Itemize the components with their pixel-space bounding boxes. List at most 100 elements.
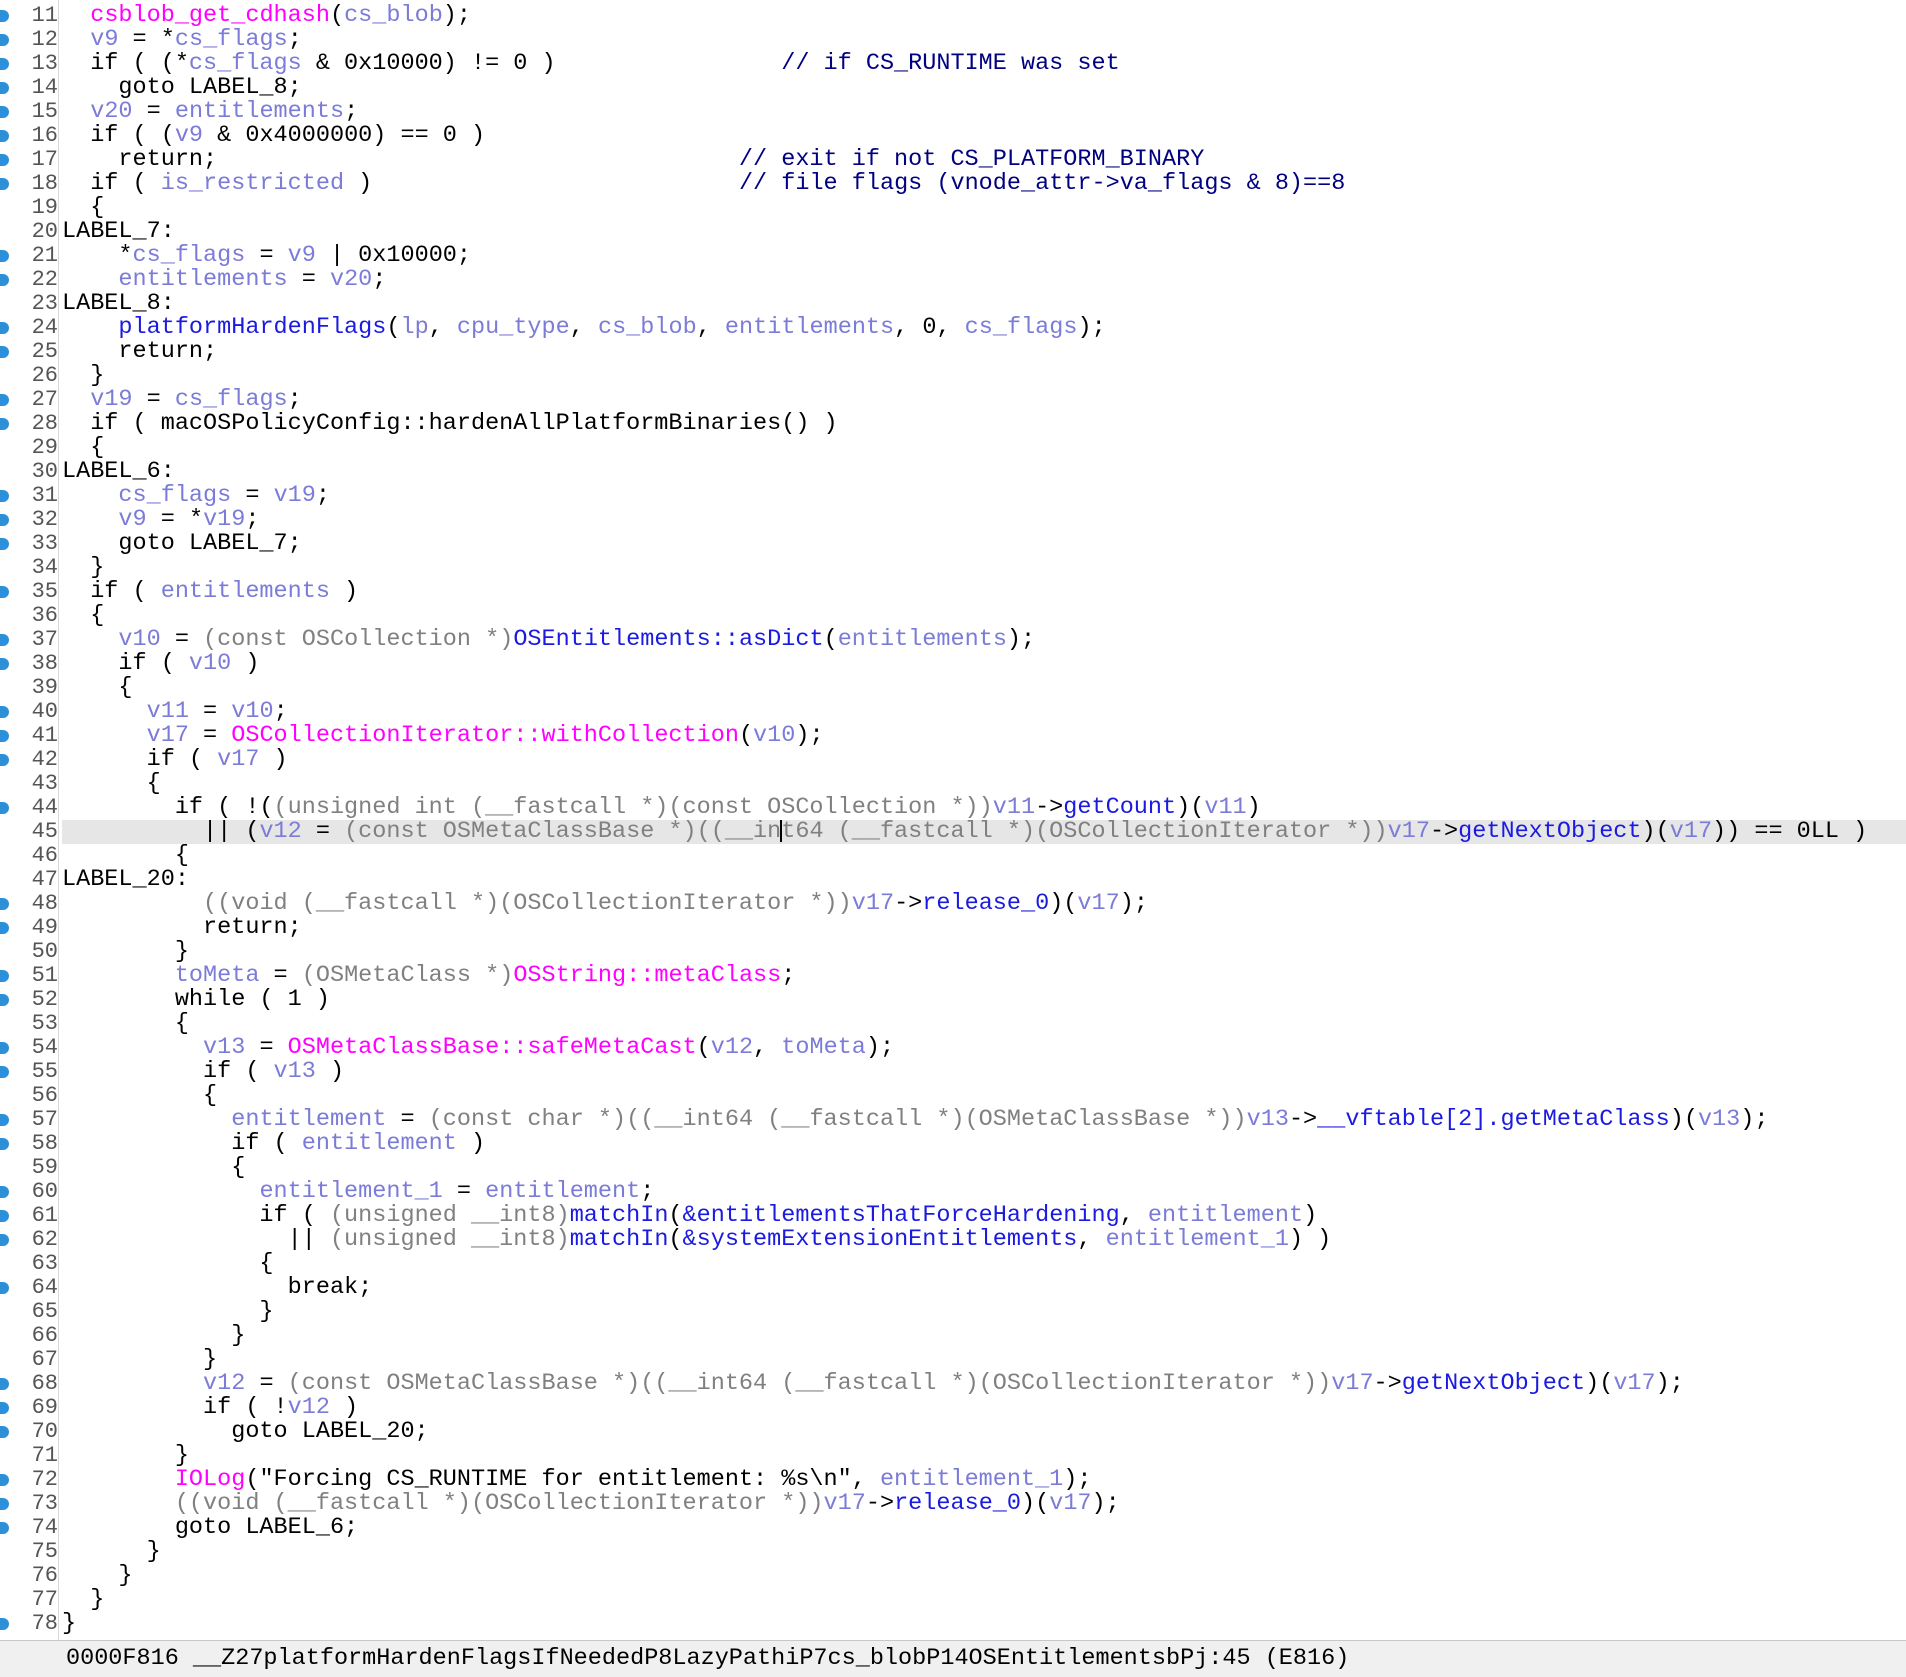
code-text: { (62, 770, 161, 797)
code-line[interactable]: 52 while ( 1 ) (0, 986, 1906, 1013)
code-line[interactable]: 67 } (32, 1348, 1906, 1372)
code-line[interactable]: 61 if ( (unsigned __int8)matchIn(&entitl… (0, 1202, 1906, 1229)
code-line[interactable]: 22 entitlements = v20; (0, 266, 1906, 293)
code-line[interactable]: 72 IOLog("Forcing CS_RUNTIME for entitle… (0, 1468, 1906, 1492)
code-line[interactable]: 55 if ( v13 ) (0, 1060, 1906, 1084)
code-line[interactable]: 26 } (32, 364, 1906, 388)
code-line[interactable]: 24 platformHardenFlags(lp, cpu_type, cs_… (0, 314, 1906, 341)
code-line[interactable]: 63 { (32, 1252, 1906, 1276)
code-line[interactable]: 51 toMeta = (OSMetaClass *)OSString::met… (0, 964, 1906, 988)
code-line[interactable]: 57 entitlement = (const char *)((__int64… (0, 1108, 1906, 1132)
code-line[interactable]: 42 if ( v17 ) (0, 748, 1906, 772)
code-line[interactable]: 27 v19 = cs_flags; (0, 388, 1906, 412)
code-line[interactable]: 35 if ( entitlements ) (0, 580, 1906, 604)
code-text: while ( 1 ) (62, 986, 330, 1013)
code-line[interactable]: 21 *cs_flags = v9 | 0x10000; (0, 244, 1906, 268)
code-line[interactable]: 41 v17 = OSCollectionIterator::withColle… (0, 724, 1906, 748)
code-text: if ( !((unsigned int (__fastcall *)(cons… (62, 794, 1261, 821)
code-line[interactable]: 48 ((void (__fastcall *)(OSCollectionIte… (0, 892, 1906, 916)
line-number: 70 (31, 1419, 58, 1444)
code-line[interactable]: 28 if ( macOSPolicyConfig::hardenAllPlat… (0, 412, 1906, 436)
code-line[interactable]: 77 } (32, 1588, 1906, 1612)
code-text: goto LABEL_20; (62, 1418, 429, 1445)
code-line[interactable]: 13 if ( (*cs_flags & 0x10000) != 0 ) // … (0, 52, 1906, 76)
code-line[interactable]: 62 || (unsigned __int8)matchIn(&systemEx… (0, 1226, 1906, 1253)
code-line[interactable]: 74 goto LABEL_6; (0, 1516, 1906, 1540)
code-line[interactable]: 14 goto LABEL_8; (0, 76, 1906, 100)
code-line[interactable]: 58 if ( entitlement ) (0, 1132, 1906, 1156)
code-line[interactable]: 37 v10 = (const OSCollection *)OSEntitle… (0, 628, 1906, 652)
code-line[interactable]: 71 } (32, 1444, 1906, 1468)
code-line[interactable]: 53 { (32, 1010, 1906, 1037)
code-line[interactable]: 30 LABEL_6: (32, 458, 1906, 485)
code-line[interactable]: 17 return; // exit if not CS_PLATFORM_BI… (0, 146, 1906, 173)
code-text: } (62, 554, 105, 581)
code-line[interactable]: 68 v12 = (const OSMetaClassBase *)((__in… (0, 1372, 1906, 1396)
line-number: 34 (31, 555, 58, 580)
code-text: if ( (v9 & 0x4000000) == 0 ) (62, 122, 486, 149)
code-text: { (62, 1010, 189, 1037)
code-line[interactable]: 66 } (32, 1324, 1906, 1348)
line-number: 68 (31, 1371, 58, 1396)
code-line[interactable]: 46 { (32, 844, 1906, 868)
code-line[interactable]: 12 v9 = *cs_flags; (0, 28, 1906, 52)
code-line[interactable]: 34 } (32, 554, 1906, 581)
code-line[interactable]: 38 if ( v10 ) (0, 652, 1906, 676)
code-text: LABEL_7: (62, 218, 175, 245)
code-line[interactable]: 69 if ( !v12 ) (0, 1396, 1906, 1420)
code-line[interactable]: 43 { (32, 770, 1906, 797)
code-line[interactable]: 75 } (32, 1540, 1906, 1564)
line-number: 65 (31, 1299, 58, 1324)
code-line[interactable]: 31 cs_flags = v19; (0, 484, 1906, 508)
code-line[interactable]: 18 if ( is_restricted ) // file flags (v… (0, 172, 1906, 196)
code-text: return; (62, 338, 218, 365)
code-line[interactable]: 44 if ( !((unsigned int (__fastcall *)(c… (0, 794, 1906, 821)
line-number: 20 (31, 219, 58, 244)
code-line[interactable]: 60 entitlement_1 = entitlement; (0, 1180, 1906, 1204)
code-text: LABEL_20: (62, 866, 189, 893)
code-line[interactable]: 65 } (32, 1300, 1906, 1324)
code-line[interactable]: 15 v20 = entitlements; (0, 100, 1906, 124)
code-line[interactable]: 73 ((void (__fastcall *)(OSCollectionIte… (0, 1492, 1906, 1516)
code-line[interactable]: 11 csblob_get_cdhash(cs_blob); (0, 2, 1906, 29)
line-number: 52 (31, 987, 58, 1012)
code-line[interactable]: 49 return; (0, 916, 1906, 940)
code-line[interactable]: 76 } (32, 1564, 1906, 1588)
code-line[interactable]: 70 goto LABEL_20; (0, 1418, 1906, 1445)
status-location-text: 0000F816 __Z27platformHardenFlagsIfNeede… (66, 1645, 1350, 1672)
code-line[interactable]: 32 v9 = *v19; (0, 508, 1906, 532)
line-number: 57 (31, 1107, 58, 1132)
code-line[interactable]: 23 LABEL_8: (32, 292, 1906, 316)
code-line[interactable]: 40 v11 = v10; (0, 700, 1906, 724)
code-line[interactable]: 20 LABEL_7: (32, 218, 1906, 245)
line-number: 38 (31, 651, 58, 676)
code-line[interactable]: 50 } (32, 940, 1906, 964)
code-line[interactable]: 78} (0, 1612, 1906, 1636)
code-line[interactable]: 29 { (32, 436, 1906, 460)
code-text: || (unsigned __int8)matchIn(&systemExten… (62, 1226, 1332, 1253)
code-line[interactable]: 33 goto LABEL_7; (0, 532, 1906, 556)
line-number: 40 (31, 699, 58, 724)
line-number: 31 (31, 483, 58, 508)
code-line[interactable]: 47 LABEL_20: (32, 866, 1906, 893)
code-line[interactable]: 59 { (32, 1156, 1906, 1180)
line-number: 13 (31, 51, 58, 76)
code-text: csblob_get_cdhash(cs_blob); (90, 2, 472, 29)
code-area[interactable]: 11 csblob_get_cdhash(cs_blob); 12 v9 = *c… (0, 2, 1906, 1636)
code-line[interactable]: 19 { (32, 196, 1906, 220)
code-text: return; // exit if not CS_PLATFORM_BINAR… (62, 146, 1205, 173)
code-line[interactable]: 36 { (32, 604, 1906, 628)
code-line[interactable]: 45 || (v12 = (const OSMetaClassBase *)((… (32, 820, 1906, 844)
pseudocode-editor[interactable]: 11 csblob_get_cdhash(cs_blob); 12 v9 = *c… (0, 0, 1906, 1640)
code-line[interactable]: 64 break; (0, 1276, 1906, 1300)
code-line[interactable]: 16 if ( (v9 & 0x4000000) == 0 ) (0, 122, 1906, 149)
code-text: if ( (unsigned __int8)matchIn(&entitleme… (62, 1202, 1318, 1229)
code-text: LABEL_6: (62, 458, 175, 485)
line-number: 76 (31, 1563, 58, 1588)
code-line[interactable]: 56 { (32, 1084, 1906, 1108)
code-text: platformHardenFlags(lp, cpu_type, cs_blo… (118, 314, 1106, 341)
code-line[interactable]: 25 return; (0, 338, 1906, 365)
code-line[interactable]: 39 { (32, 676, 1906, 700)
code-text: entitlements = v20; (118, 266, 387, 293)
code-line[interactable]: 54 v13 = OSMetaClassBase::safeMetaCast(v… (0, 1036, 1906, 1060)
